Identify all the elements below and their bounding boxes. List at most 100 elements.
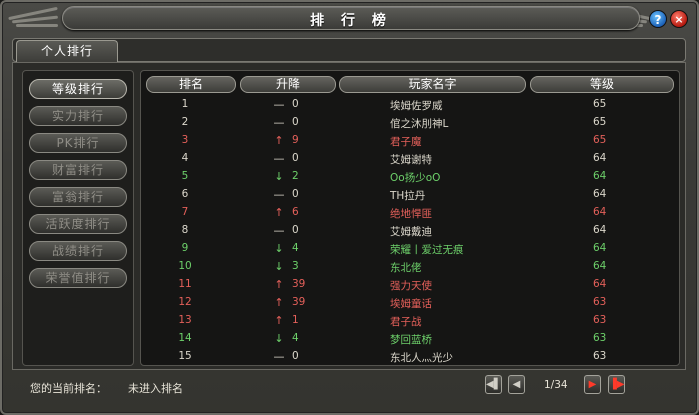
player-name-cell: 东北人灬光少 xyxy=(390,352,453,364)
level-cell: 63 xyxy=(593,296,607,308)
rank-change-cell: 6 xyxy=(292,206,299,218)
level-cell: 63 xyxy=(593,350,607,362)
player-name-cell: 强力天使 xyxy=(390,280,432,292)
dash-icon: — xyxy=(273,116,285,129)
table-row[interactable]: 11 ↑ 39 强力天使 64 xyxy=(142,276,678,294)
rank-cell: 11 xyxy=(178,278,192,290)
level-cell: 65 xyxy=(593,134,607,146)
arrow-up-icon: ↑ xyxy=(274,206,284,219)
prev-page-button[interactable]: ◀ xyxy=(508,375,525,394)
sidebar-item-1[interactable]: 实力排行 xyxy=(29,106,127,126)
tab-personal-ranking[interactable]: 个人排行 xyxy=(16,40,118,62)
player-name-cell: 艾姆谢特 xyxy=(390,154,432,166)
column-header-change[interactable]: 升降 xyxy=(240,76,336,93)
rank-change-cell: 1 xyxy=(292,314,299,326)
table-row[interactable]: 1 — 0 埃姆佐罗威 65 xyxy=(142,96,678,114)
current-rank-label: 您的当前排名： xyxy=(30,382,107,395)
dash-icon: — xyxy=(273,350,285,363)
player-name-cell: 君子战 xyxy=(390,316,422,328)
rank-change-cell: 2 xyxy=(292,170,299,182)
rank-change-cell: 4 xyxy=(292,242,299,254)
table-row[interactable]: 3 ↑ 9 君子魔 65 xyxy=(142,132,678,150)
rank-change-cell: 0 xyxy=(292,350,299,362)
rank-change-cell: 0 xyxy=(292,224,299,236)
rank-change-cell: 0 xyxy=(292,116,299,128)
sidebar-item-7[interactable]: 荣誉值排行 xyxy=(29,268,127,288)
player-name-cell: 埃姆童话 xyxy=(390,298,432,310)
level-cell: 64 xyxy=(593,188,607,200)
help-button[interactable]: ? xyxy=(649,10,667,28)
arrow-down-icon: ↓ xyxy=(274,332,284,345)
level-cell: 64 xyxy=(593,224,607,236)
level-cell: 64 xyxy=(593,206,607,218)
rank-cell: 13 xyxy=(178,314,192,326)
rank-cell: 1 xyxy=(181,98,189,110)
sidebar-item-3[interactable]: 财富排行 xyxy=(29,160,127,180)
rank-cell: 10 xyxy=(178,260,192,272)
rank-change-cell: 0 xyxy=(292,188,299,200)
level-cell: 65 xyxy=(593,116,607,128)
rank-cell: 3 xyxy=(181,134,189,146)
table-row[interactable]: 5 ↓ 2 Oo扬少oO 64 xyxy=(142,168,678,186)
table-row[interactable]: 10 ↓ 3 东北佬 64 xyxy=(142,258,678,276)
player-name-cell: 艾姆戴迪 xyxy=(390,226,432,238)
rank-change-cell: 3 xyxy=(292,260,299,272)
rank-cell: 4 xyxy=(181,152,189,164)
player-name-cell: 荣耀丨爱过无痕 xyxy=(390,244,464,256)
next-page-button[interactable]: ▶ xyxy=(584,375,601,394)
arrow-down-icon: ↓ xyxy=(274,170,284,183)
table-row[interactable]: 12 ↑ 39 埃姆童话 63 xyxy=(142,294,678,312)
table-row[interactable]: 14 ↓ 4 梦回蓝桥 63 xyxy=(142,330,678,348)
table-row[interactable]: 7 ↑ 6 绝地悍匪 64 xyxy=(142,204,678,222)
rank-cell: 2 xyxy=(181,116,189,128)
current-rank-value: 未进入排名 xyxy=(128,382,183,395)
page-indicator: 1/34 xyxy=(544,379,568,391)
dash-icon: — xyxy=(273,188,285,201)
sidebar-item-4[interactable]: 富翁排行 xyxy=(29,187,127,207)
table-row[interactable]: 15 — 0 东北人灬光少 63 xyxy=(142,348,678,366)
rank-change-cell: 0 xyxy=(292,98,299,110)
ranking-category-sidebar: 等级排行实力排行 PK排行财富排行富翁排行活跃度排行战绩排行荣誉值排行 xyxy=(22,70,134,366)
first-page-button[interactable]: ◀▌ xyxy=(485,375,502,394)
rank-cell: 6 xyxy=(181,188,189,200)
table-row[interactable]: 9 ↓ 4 荣耀丨爱过无痕 64 xyxy=(142,240,678,258)
table-row[interactable]: 6 — 0 TH拉丹 64 xyxy=(142,186,678,204)
column-header-player-name[interactable]: 玩家名字 xyxy=(339,76,526,93)
level-cell: 64 xyxy=(593,242,607,254)
table-row[interactable]: 13 ↑ 1 君子战 63 xyxy=(142,312,678,330)
rank-cell: 9 xyxy=(181,242,189,254)
column-header-rank[interactable]: 排名 xyxy=(146,76,236,93)
rank-cell: 7 xyxy=(181,206,189,218)
column-header-level[interactable]: 等级 xyxy=(530,76,674,93)
rank-change-cell: 0 xyxy=(292,152,299,164)
sidebar-item-6[interactable]: 战绩排行 xyxy=(29,241,127,261)
last-page-button[interactable]: ▐▶ xyxy=(608,375,625,394)
rank-cell: 5 xyxy=(181,170,189,182)
sidebar-item-5[interactable]: 活跃度排行 xyxy=(29,214,127,234)
sidebar-item-0[interactable]: 等级排行 xyxy=(29,79,127,99)
table-row[interactable]: 2 — 0 倌之沐刖神L 65 xyxy=(142,114,678,132)
arrow-up-icon: ↑ xyxy=(274,134,284,147)
close-button[interactable]: × xyxy=(670,10,688,28)
sidebar-item-2[interactable]: PK排行 xyxy=(29,133,127,153)
table-row[interactable]: 4 — 0 艾姆谢特 64 xyxy=(142,150,678,168)
rank-change-cell: 9 xyxy=(292,134,299,146)
arrow-up-icon: ↑ xyxy=(274,296,284,309)
dash-icon: — xyxy=(273,224,285,237)
arrow-down-icon: ↓ xyxy=(274,260,284,273)
rank-cell: 8 xyxy=(181,224,189,236)
table-row[interactable]: 8 — 0 艾姆戴迪 64 xyxy=(142,222,678,240)
level-cell: 65 xyxy=(593,98,607,110)
rank-change-cell: 4 xyxy=(292,332,299,344)
rank-cell: 15 xyxy=(178,350,192,362)
player-name-cell: 梦回蓝桥 xyxy=(390,334,432,346)
rank-change-cell: 39 xyxy=(292,278,306,290)
level-cell: 64 xyxy=(593,260,607,272)
player-name-cell: Oo扬少oO xyxy=(390,172,441,184)
player-name-cell: 东北佬 xyxy=(390,262,422,274)
rank-change-cell: 39 xyxy=(292,296,306,308)
arrow-up-icon: ↑ xyxy=(274,314,284,327)
level-cell: 64 xyxy=(593,278,607,290)
level-cell: 64 xyxy=(593,152,607,164)
dash-icon: — xyxy=(273,152,285,165)
